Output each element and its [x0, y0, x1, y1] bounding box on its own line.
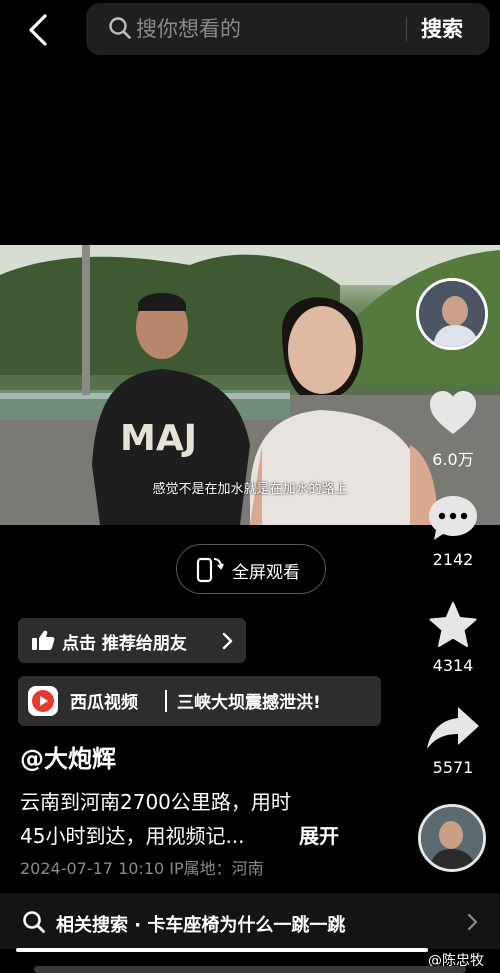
avatar-image: [419, 281, 485, 347]
favorite-button[interactable]: [427, 600, 479, 652]
like-count: 6.0万: [432, 450, 474, 469]
source-app-name: 西瓜视频: [70, 693, 138, 713]
search-button[interactable]: 搜索: [421, 13, 463, 45]
search-icon: [108, 16, 132, 40]
like-button[interactable]: [427, 388, 479, 440]
rotate-screen-icon: [194, 555, 224, 583]
post-meta: 2024-07-17 10:10 IP属地：河南: [20, 859, 264, 878]
author-avatar[interactable]: [416, 278, 488, 350]
search-input[interactable]: 搜你想看的: [136, 14, 241, 44]
chevron-right-icon: [221, 631, 235, 651]
source-title: 三峡大坝震撼泄洪!: [177, 693, 321, 713]
author-username[interactable]: @大炮辉: [20, 739, 116, 774]
chevron-right-icon: [466, 912, 480, 932]
xigua-video-logo-icon: [28, 686, 58, 716]
comment-count: 2142: [432, 550, 474, 569]
heart-icon: [430, 391, 476, 434]
star-icon: [429, 602, 477, 647]
music-disc-image: [421, 807, 483, 869]
video-progress-bar[interactable]: [16, 948, 428, 952]
expand-button[interactable]: 展开: [299, 820, 339, 849]
fullscreen-label: 全屏观看: [232, 563, 300, 583]
chevron-left-icon: [29, 14, 47, 46]
music-disc-button[interactable]: [418, 804, 486, 872]
description-line-2: 45小时到达，用视频记...: [20, 824, 245, 848]
thumbs-up-icon: [31, 629, 55, 651]
share-button[interactable]: [425, 704, 481, 752]
favorite-count: 4314: [432, 656, 474, 675]
video-subtitle: 感觉不是在加水就是在加水的路上: [152, 482, 348, 497]
recommend-label: 点击 推荐给朋友: [62, 634, 187, 654]
share-arrow-icon: [427, 707, 479, 749]
svg-text:MAJ: MAJ: [120, 418, 197, 459]
search-divider: [406, 17, 407, 41]
search-icon: [22, 910, 46, 934]
source-separator: [165, 690, 167, 712]
related-search-label: 相关搜索 · 卡车座椅为什么一跳一跳: [56, 915, 346, 936]
comment-button[interactable]: [427, 494, 479, 544]
back-button[interactable]: [18, 10, 58, 50]
comment-icon: [429, 496, 477, 540]
description-line-1: 云南到河南2700公里路，用时: [20, 790, 291, 814]
bottom-bar: [34, 966, 466, 973]
share-count: 5571: [432, 758, 474, 777]
